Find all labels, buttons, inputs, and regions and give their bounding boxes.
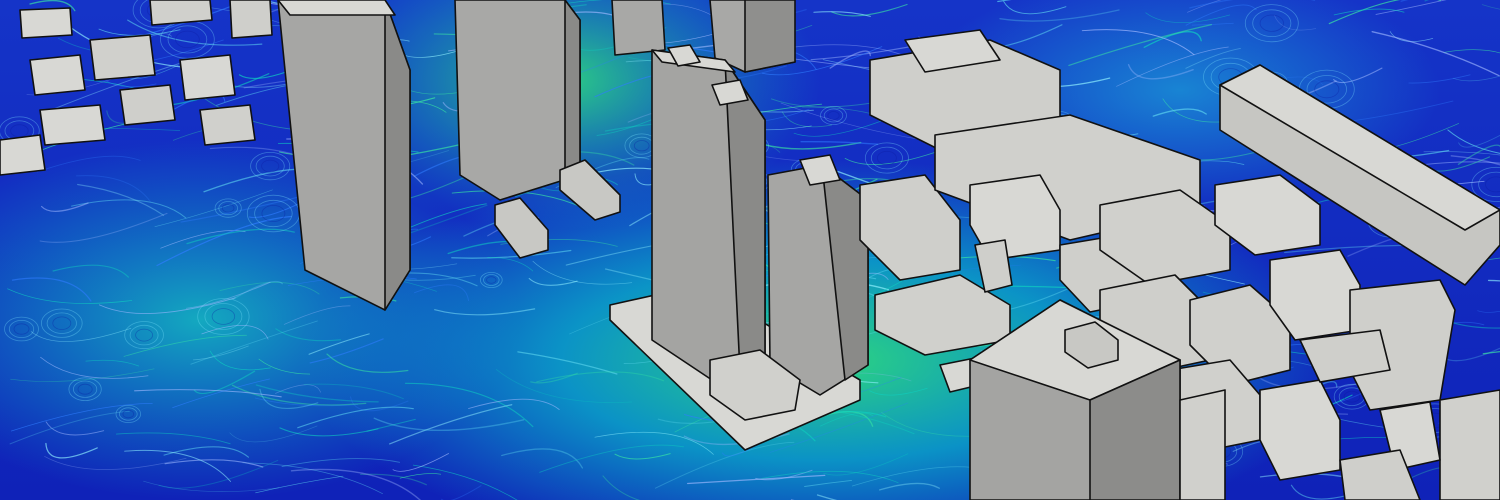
cfd-scene xyxy=(0,0,1500,500)
